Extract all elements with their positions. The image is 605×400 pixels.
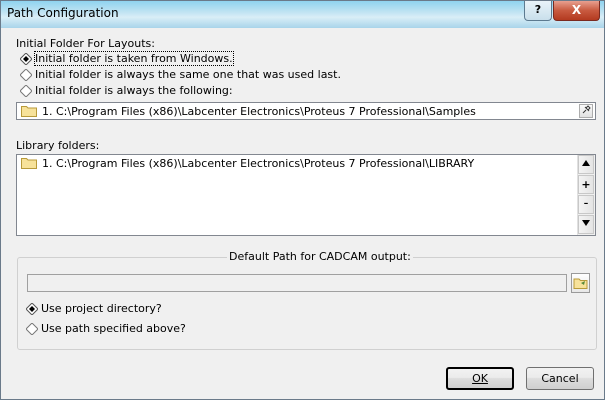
cadcam-groupbox: Default Path for CADCAM output: Use proj…: [17, 250, 597, 350]
layouts-path-field[interactable]: 1. C:\Program Files (x86)\Labcenter Elec…: [16, 102, 596, 120]
radio-selected-icon[interactable]: [26, 303, 38, 315]
ok-button[interactable]: OK: [446, 367, 514, 390]
layouts-option-label: Initial folder is always the following:: [35, 84, 233, 97]
pin-icon: [582, 105, 591, 114]
cadcam-path-field[interactable]: [27, 274, 567, 292]
folder-icon: [21, 158, 37, 169]
add-folder-button[interactable]: +: [578, 175, 594, 194]
cadcam-group-title: Default Path for CADCAM output:: [227, 250, 413, 263]
help-button[interactable]: ?: [524, 1, 552, 21]
ok-label: OK: [472, 372, 488, 385]
library-folder-path: 1. C:\Program Files (x86)\Labcenter Elec…: [42, 157, 475, 170]
folder-icon: [21, 106, 37, 117]
remove-icon: –: [583, 199, 589, 209]
library-side-buttons: + –: [577, 155, 595, 235]
move-down-button[interactable]: [578, 215, 594, 234]
radio-unselected-icon[interactable]: [20, 85, 32, 97]
pin-button[interactable]: [579, 104, 593, 118]
layouts-option-label: Initial folder is always the same one th…: [35, 68, 341, 81]
library-folders-list[interactable]: 1. C:\Program Files (x86)\Labcenter Elec…: [16, 154, 596, 236]
path-configuration-dialog: Path Configuration ? X Initial Folder Fo…: [0, 0, 605, 400]
up-icon: [582, 160, 590, 166]
down-icon: [582, 220, 590, 226]
cancel-button[interactable]: Cancel: [526, 367, 594, 390]
window-title: Path Configuration: [7, 6, 119, 20]
layouts-section-label: Initial Folder For Layouts:: [16, 37, 155, 50]
cadcam-option-label: Use project directory?: [41, 302, 162, 315]
list-item[interactable]: 1. C:\Program Files (x86)\Labcenter Elec…: [17, 155, 577, 171]
radio-selected-icon[interactable]: [20, 53, 32, 65]
title-bar[interactable]: Path Configuration ? X: [1, 1, 604, 28]
layouts-option-label: Initial folder is taken from Windows.: [34, 51, 234, 66]
radio-unselected-icon[interactable]: [26, 323, 38, 335]
move-up-button[interactable]: [578, 155, 594, 174]
layouts-path-text: 1. C:\Program Files (x86)\Labcenter Elec…: [42, 105, 476, 118]
dialog-body: Initial Folder For Layouts: Initial fold…: [5, 28, 600, 396]
radio-unselected-icon[interactable]: [20, 69, 32, 81]
remove-folder-button[interactable]: –: [578, 195, 594, 214]
cancel-label: Cancel: [541, 372, 579, 385]
browse-button[interactable]: [571, 273, 590, 293]
add-icon: +: [581, 178, 591, 191]
library-section-label: Library folders:: [16, 139, 100, 152]
close-button[interactable]: X: [553, 1, 600, 21]
browse-folder-icon: [573, 278, 588, 289]
cadcam-option-label: Use path specified above?: [41, 322, 186, 335]
